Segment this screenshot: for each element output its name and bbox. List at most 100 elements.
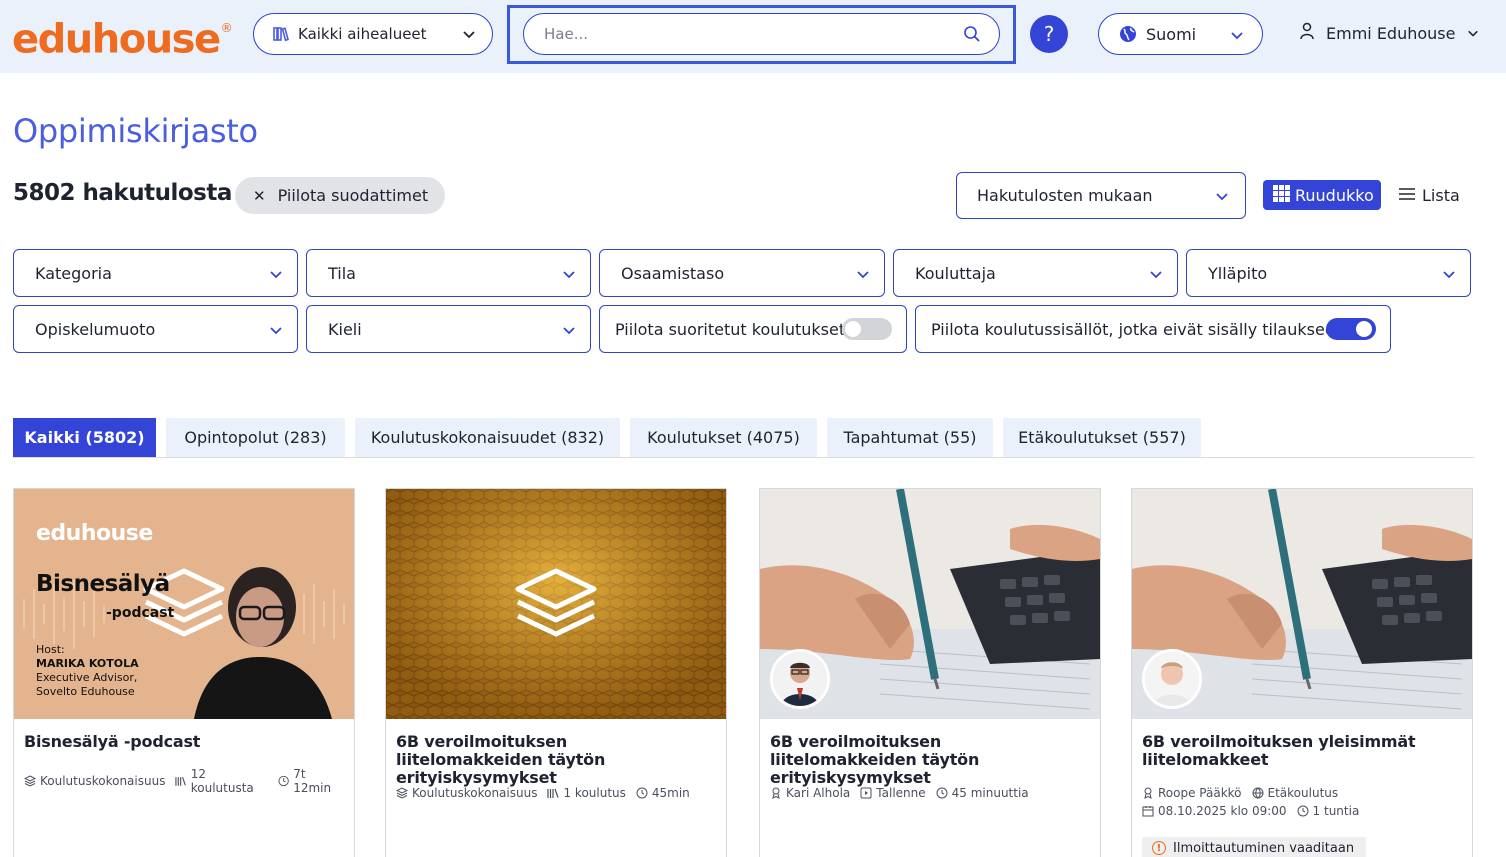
- chevron-down-icon: [1467, 24, 1479, 43]
- course-card[interactable]: 6B veroilmoituksen yleisimmät liitelomak…: [1131, 488, 1473, 857]
- topic-select[interactable]: Kaikki aihealueet: [253, 13, 493, 55]
- filter-kieli[interactable]: Kieli: [306, 305, 591, 353]
- card-meta: Roope Pääkkö Etäkoulutus: [1142, 786, 1348, 800]
- language-label: Suomi: [1146, 24, 1197, 44]
- grid-view-button[interactable]: Ruudukko: [1263, 180, 1381, 210]
- clock-icon: [278, 775, 289, 787]
- filter-osaamistaso[interactable]: Osaamistaso: [599, 249, 885, 297]
- filter-label: Kategoria: [35, 263, 112, 283]
- trainer-icon: [772, 787, 780, 799]
- card-duration: 7t 12min: [293, 767, 332, 795]
- card-title[interactable]: 6B veroilmoituksen liitelomakkeiden täyt…: [396, 733, 716, 787]
- card-thumbnail: [760, 489, 1100, 719]
- filter-label: Tila: [328, 263, 356, 283]
- chevron-down-icon: [1230, 27, 1244, 46]
- thumb-host-role: Executive Advisor,: [36, 671, 138, 684]
- search-icon[interactable]: [963, 25, 981, 47]
- chevron-down-icon: [269, 322, 283, 341]
- chevron-down-icon: [269, 266, 283, 285]
- filter-opiskelumuoto[interactable]: Opiskelumuoto: [13, 305, 298, 353]
- tab-etakoulutukset[interactable]: Etäkoulutukset (557): [1003, 418, 1201, 457]
- card-trainer: Roope Pääkkö: [1158, 786, 1242, 800]
- library-icon: [175, 777, 187, 786]
- hide-completed-label: Piilota suoritetut koulutukset: [615, 319, 846, 339]
- card-meta: Koulutuskokonaisuus 1 koulutus 45min: [396, 786, 700, 800]
- card-thumbnail: eduhouse Bisnesälyä -podcast Host: MARIK…: [14, 489, 354, 719]
- sort-select[interactable]: Hakutulosten mukaan: [956, 172, 1246, 219]
- recording-icon: [860, 787, 872, 799]
- clock-icon: [636, 787, 648, 799]
- list-view-button[interactable]: Lista: [1398, 180, 1460, 210]
- warning-icon: !: [1152, 841, 1166, 855]
- hide-filters-button[interactable]: ✕ Piilota suodattimet: [235, 177, 445, 214]
- tab-opintopolut[interactable]: Opintopolut (283): [166, 418, 345, 457]
- top-header: eduhouse® Kaikki aihealueet ? Suomi Emmi…: [0, 0, 1506, 73]
- grid-view-label: Ruudukko: [1295, 185, 1374, 205]
- result-count: 5802 hakutulosta: [13, 180, 232, 206]
- card-duration: 1 tuntia: [1312, 804, 1360, 818]
- topic-select-label: Kaikki aihealueet: [298, 25, 427, 43]
- badge-label: Ilmoittautuminen vaaditaan: [1173, 840, 1355, 856]
- filter-label: Kouluttaja: [915, 263, 996, 283]
- course-card[interactable]: 6B veroilmoituksen liitelomakkeiden täyt…: [759, 488, 1101, 857]
- filter-tila[interactable]: Tila: [306, 249, 591, 297]
- card-meta-date: 08.10.2025 klo 09:00 1 tuntia: [1142, 804, 1369, 818]
- library-icon: [272, 25, 290, 43]
- content-tabs: Kaikki (5802) Opintopolut (283) Koulutus…: [13, 418, 1474, 458]
- hide-not-subscribed-toggle[interactable]: [1326, 318, 1376, 340]
- tab-tapahtumat[interactable]: Tapahtumat (55): [827, 418, 993, 457]
- chevron-down-icon: [1215, 188, 1229, 207]
- card-format: Etäkoulutus: [1267, 786, 1339, 800]
- user-name: Emmi Eduhouse: [1326, 23, 1456, 43]
- filter-label: Kieli: [328, 319, 362, 339]
- course-card[interactable]: 6B veroilmoituksen liitelomakkeiden täyt…: [385, 488, 727, 857]
- thumb-host-label: Host:: [36, 643, 65, 656]
- thumb-title: Bisnesälyä: [36, 571, 170, 597]
- list-icon: [1398, 186, 1416, 205]
- trainer-avatar: [770, 649, 830, 709]
- filter-yllapito[interactable]: Ylläpito: [1186, 249, 1471, 297]
- tab-koulutukset[interactable]: Koulutukset (4075): [630, 418, 817, 457]
- thumb-brand: eduhouse: [36, 521, 153, 546]
- card-duration: 45min: [651, 786, 690, 800]
- hide-not-subscribed-filter: Piilota koulutussisällöt, jotka eivät si…: [915, 305, 1391, 353]
- filter-kouluttaja[interactable]: Kouluttaja: [893, 249, 1178, 297]
- help-button[interactable]: ?: [1030, 15, 1068, 53]
- thumb-subtitle: -podcast: [106, 605, 175, 621]
- layers-icon: [24, 775, 36, 787]
- grid-icon: [1273, 184, 1290, 206]
- list-view-label: Lista: [1422, 185, 1460, 205]
- sort-label: Hakutulosten mukaan: [977, 186, 1153, 205]
- user-icon: [1299, 22, 1315, 44]
- user-menu[interactable]: Emmi Eduhouse: [1299, 22, 1479, 44]
- search-input[interactable]: [544, 14, 944, 54]
- globe-icon: [1252, 787, 1264, 799]
- card-meta: Kari Alhola Tallenne 45 minuuttia: [770, 786, 1039, 800]
- chevron-down-icon: [856, 266, 870, 285]
- filter-label: Opiskelumuoto: [35, 319, 156, 339]
- globe-icon: [1120, 26, 1136, 42]
- trainer-icon: [1144, 787, 1152, 799]
- hide-completed-toggle[interactable]: [842, 318, 892, 340]
- filter-kategoria[interactable]: Kategoria: [13, 249, 298, 297]
- language-select[interactable]: Suomi: [1098, 13, 1263, 55]
- eduhouse-logo[interactable]: eduhouse®: [12, 10, 233, 63]
- thumb-host-org: Sovelto Eduhouse: [36, 685, 135, 698]
- card-type: Koulutuskokonaisuus: [40, 774, 166, 788]
- trainer-avatar: [1142, 649, 1202, 709]
- hide-filters-label: Piilota suodattimet: [277, 186, 429, 205]
- card-title[interactable]: 6B veroilmoituksen yleisimmät liitelomak…: [1142, 733, 1462, 769]
- close-icon: ✕: [253, 186, 266, 205]
- tab-koulutuskokonaisuudet[interactable]: Koulutuskokonaisuudet (832): [355, 418, 620, 457]
- tab-kaikki[interactable]: Kaikki (5802): [13, 418, 156, 457]
- filter-label: Osaamistaso: [621, 263, 725, 283]
- card-duration: 45 minuuttia: [951, 786, 1029, 800]
- filter-label: Ylläpito: [1208, 263, 1268, 283]
- course-card[interactable]: eduhouse Bisnesälyä -podcast Host: MARIK…: [13, 488, 355, 857]
- search-box[interactable]: [523, 13, 1000, 55]
- card-title[interactable]: 6B veroilmoituksen liitelomakkeiden täyt…: [770, 733, 1090, 787]
- card-title[interactable]: Bisnesälyä -podcast: [24, 733, 344, 751]
- library-icon: [547, 788, 560, 798]
- chevron-down-icon: [562, 266, 576, 285]
- card-count: 12 koulutusta: [190, 767, 254, 795]
